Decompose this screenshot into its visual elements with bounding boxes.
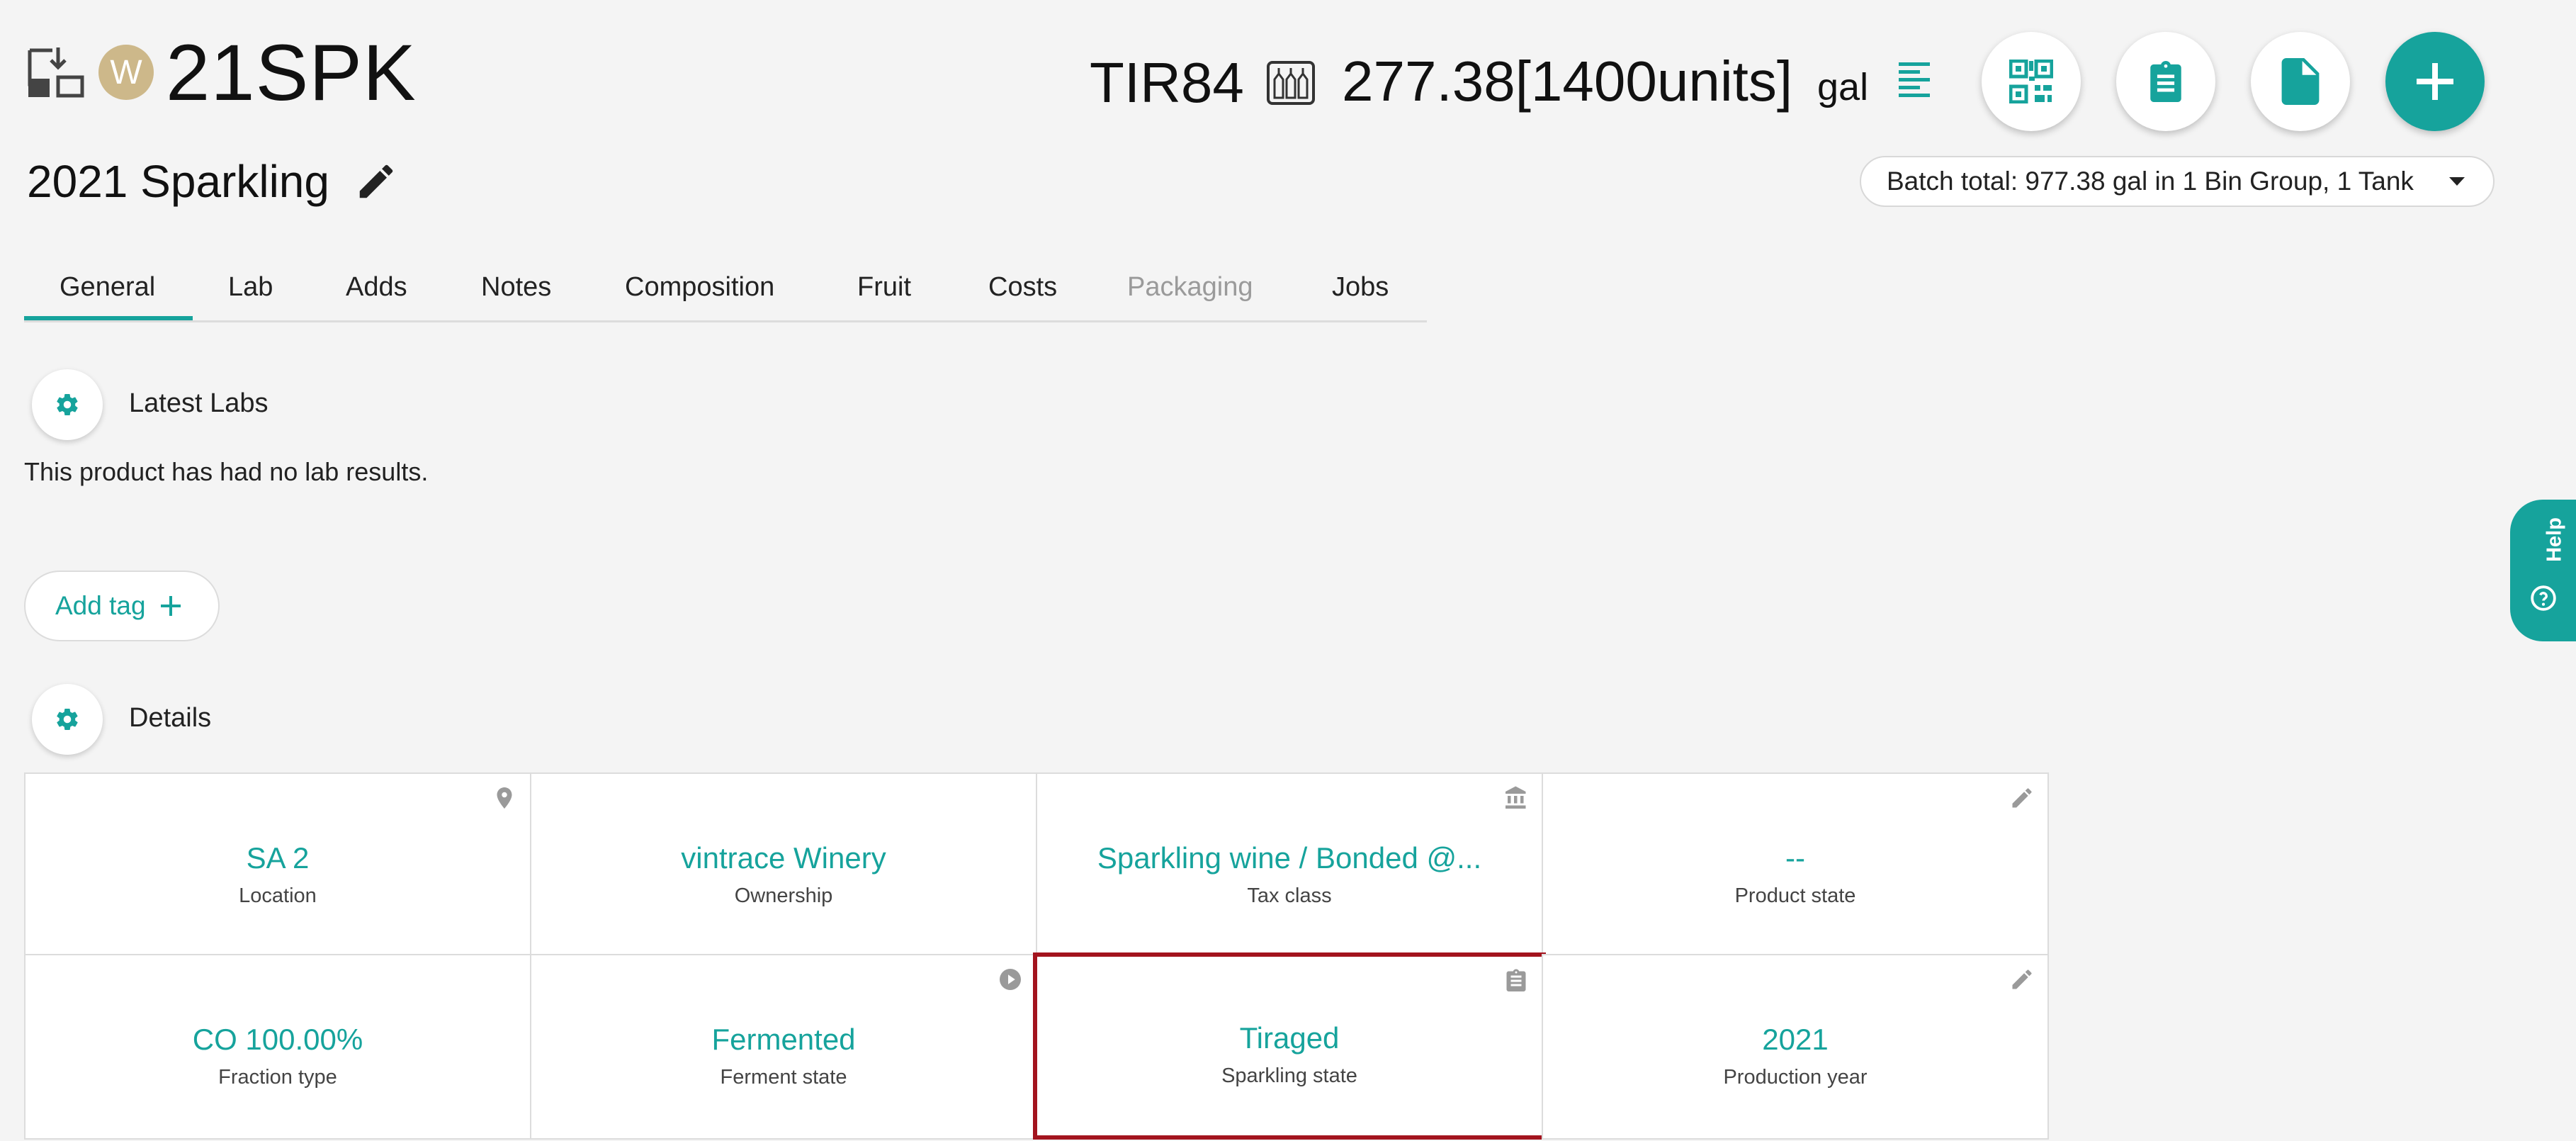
product-name: 2021 Sparkling [27,156,329,207]
latest-labs-empty-message: This product has had no lab results. [24,457,429,486]
details-settings-button[interactable] [32,684,103,755]
detail-card-sparkling-state[interactable]: Tiraged Sparkling state [1033,952,1546,1140]
tab-adds[interactable]: Adds [346,272,407,303]
clipboard-icon [1506,969,1526,991]
details-title: Details [129,703,212,733]
help-label: Help [2543,517,2566,562]
bank-icon [1506,786,1526,809]
details-grid: SA 2 Location vintrace Winery Ownership … [24,772,2053,1141]
tab-packaging: Packaging [1127,272,1253,302]
pencil-icon [2012,788,2032,808]
tab-notes[interactable]: Notes [481,272,551,303]
detail-label: Ferment state [720,1066,847,1089]
list-icon[interactable] [1899,62,1933,98]
document-icon [2281,58,2320,105]
transfer-icon [27,45,85,100]
plus-icon [160,596,181,616]
tab-lab[interactable]: Lab [228,272,273,303]
add-tag-button[interactable]: Add tag [24,570,220,641]
tab-composition[interactable]: Composition [625,272,774,303]
document-button[interactable] [2251,32,2350,131]
chevron-down-icon [2449,177,2465,186]
vessel-code: TIR84 [1090,51,1244,114]
detail-value: -- [1785,841,1805,875]
location-pin-icon [497,787,512,809]
detail-value: Sparkling wine / Bonded @... [1097,841,1482,875]
detail-card-tax-class[interactable]: Sparkling wine / Bonded @... Tax class [1036,772,1543,955]
avatar: W [98,45,154,100]
qr-code-icon [2009,60,2053,103]
clipboard-button[interactable] [2116,32,2215,131]
detail-value: SA 2 [246,841,310,875]
play-circle-icon [1000,969,1021,990]
volume-value: 277.38[1400units] [1342,50,1793,113]
latest-labs-settings-button[interactable] [32,369,103,440]
tab-costs[interactable]: Costs [988,272,1057,303]
tab-bar: General Lab Adds Notes Composition Fruit… [24,262,1427,322]
detail-label: Tax class [1247,884,1332,907]
batch-total-select[interactable]: Batch total: 977.38 gal in 1 Bin Group, … [1860,156,2495,207]
detail-label: Product state [1734,884,1856,907]
detail-label: Production year [1723,1066,1868,1089]
qr-code-button[interactable] [1982,32,2081,131]
detail-card-product-state[interactable]: -- Product state [1542,772,2049,955]
detail-value: vintrace Winery [681,841,886,875]
detail-card-ferment-state[interactable]: Fermented Ferment state [530,954,1037,1140]
add-button[interactable] [2385,32,2485,131]
gear-icon [57,708,78,731]
detail-card-location[interactable]: SA 2 Location [24,772,531,955]
batch-total-label: Batch total: 977.38 gal in 1 Bin Group, … [1887,167,2414,196]
latest-labs-title: Latest Labs [129,388,269,418]
help-button[interactable]: Help [2510,500,2576,641]
gear-icon [57,393,78,416]
product-code: 21SPK [166,28,417,117]
pencil-icon[interactable] [354,159,398,203]
volume-unit: gal [1817,66,1869,108]
active-tab-indicator [24,316,193,320]
detail-value: CO 100.00% [192,1023,363,1056]
plus-icon [2417,63,2453,100]
detail-value: Tiraged [1239,1021,1340,1055]
detail-card-fraction-type[interactable]: CO 100.00% Fraction type [24,954,531,1140]
tab-general[interactable]: General [60,272,155,303]
add-tag-label: Add tag [55,591,146,620]
tab-fruit[interactable]: Fruit [857,272,911,303]
tab-jobs[interactable]: Jobs [1332,272,1389,303]
detail-label: Ownership [734,884,833,907]
detail-card-production-year[interactable]: 2021 Production year [1542,954,2049,1140]
clipboard-icon [2150,61,2181,102]
help-circle-icon [2531,585,2556,611]
detail-label: Sparkling state [1221,1064,1357,1087]
detail-label: Location [239,884,317,907]
detail-value: Fermented [711,1023,856,1056]
bottles-icon [1266,58,1316,108]
detail-card-ownership[interactable]: vintrace Winery Ownership [530,772,1037,955]
detail-value: 2021 [1762,1023,1829,1056]
pencil-icon [2012,969,2032,989]
detail-label: Fraction type [218,1066,337,1089]
